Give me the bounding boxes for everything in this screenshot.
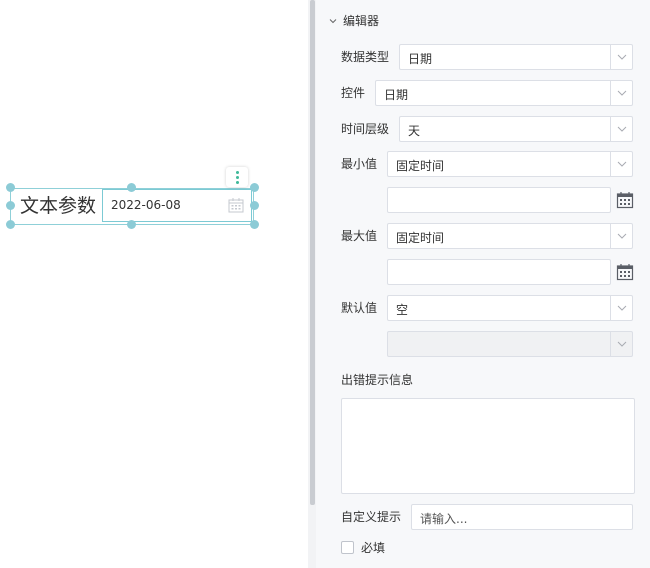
- max-date-input[interactable]: [387, 259, 611, 285]
- control-value: 日期: [384, 88, 409, 102]
- error-hint-textarea[interactable]: [341, 398, 635, 494]
- dot-icon: [236, 176, 239, 179]
- calendar-icon[interactable]: [616, 263, 634, 285]
- default-value: 空: [396, 303, 409, 317]
- chevron-down-icon: [617, 161, 627, 167]
- resize-handle-top[interactable]: [127, 183, 136, 192]
- custom-hint-placeholder: 请输入...: [420, 512, 468, 526]
- time-level-value: 天: [408, 124, 421, 138]
- default-value-label: 默认值: [341, 301, 378, 315]
- dropdown-arrow[interactable]: [610, 296, 632, 320]
- dropdown-arrow[interactable]: [610, 81, 632, 105]
- chevron-down-icon: [617, 90, 627, 96]
- default-sub-select: [387, 331, 633, 357]
- chevron-down-icon: [617, 126, 627, 132]
- dropdown-arrow[interactable]: [610, 152, 632, 176]
- dropdown-arrow[interactable]: [610, 45, 632, 69]
- data-type-value: 日期: [408, 52, 433, 66]
- min-date-input[interactable]: [387, 187, 611, 213]
- error-hint-label: 出错提示信息: [341, 373, 414, 387]
- dot-icon: [236, 171, 239, 174]
- default-value-select[interactable]: 空: [387, 295, 633, 321]
- resize-handle-top-left[interactable]: [6, 183, 15, 192]
- control-label: 控件: [341, 86, 366, 100]
- time-level-label: 时间层级: [341, 122, 390, 136]
- calendar-icon[interactable]: [228, 197, 244, 217]
- calendar-icon[interactable]: [616, 191, 634, 213]
- design-canvas[interactable]: [0, 0, 308, 568]
- max-value-select[interactable]: 固定时间: [387, 223, 633, 249]
- resize-handle-left[interactable]: [6, 201, 15, 210]
- resize-handle-bottom-right[interactable]: [250, 220, 259, 229]
- custom-hint-input[interactable]: 请输入...: [411, 504, 633, 530]
- max-value-label: 最大值: [341, 229, 378, 243]
- data-type-select[interactable]: 日期: [399, 44, 633, 70]
- custom-hint-label: 自定义提示: [341, 510, 402, 524]
- required-label: 必填: [361, 541, 386, 555]
- control-select[interactable]: 日期: [375, 80, 633, 106]
- min-value-mode: 固定时间: [396, 159, 445, 173]
- dropdown-arrow[interactable]: [610, 117, 632, 141]
- required-checkbox[interactable]: [341, 541, 354, 554]
- dot-icon: [236, 181, 239, 184]
- resize-handle-bottom-left[interactable]: [6, 220, 15, 229]
- chevron-down-icon: [617, 233, 627, 239]
- widget-label: 文本参数: [20, 195, 97, 217]
- section-title: 编辑器: [343, 14, 380, 28]
- resize-handle-top-right[interactable]: [250, 183, 259, 192]
- section-header-editor[interactable]: 编辑器: [328, 12, 379, 29]
- widget-date-value: 2022-06-08: [111, 198, 181, 212]
- max-value-mode: 固定时间: [396, 231, 445, 245]
- scrollbar-thumb[interactable]: [310, 0, 315, 505]
- time-level-select[interactable]: 天: [399, 116, 633, 142]
- min-value-label: 最小值: [341, 157, 378, 171]
- dropdown-arrow: [610, 332, 632, 356]
- chevron-down-icon: [329, 18, 337, 23]
- resize-handle-right[interactable]: [250, 201, 259, 210]
- chevron-down-icon: [617, 341, 627, 347]
- resize-handle-bottom[interactable]: [127, 220, 136, 229]
- dropdown-arrow[interactable]: [610, 224, 632, 248]
- chevron-down-icon: [617, 305, 627, 311]
- more-options-button[interactable]: [226, 167, 248, 187]
- widget-date-field[interactable]: 2022-06-08: [102, 189, 252, 222]
- chevron-down-icon: [617, 54, 627, 60]
- data-type-label: 数据类型: [341, 50, 390, 64]
- min-value-select[interactable]: 固定时间: [387, 151, 633, 177]
